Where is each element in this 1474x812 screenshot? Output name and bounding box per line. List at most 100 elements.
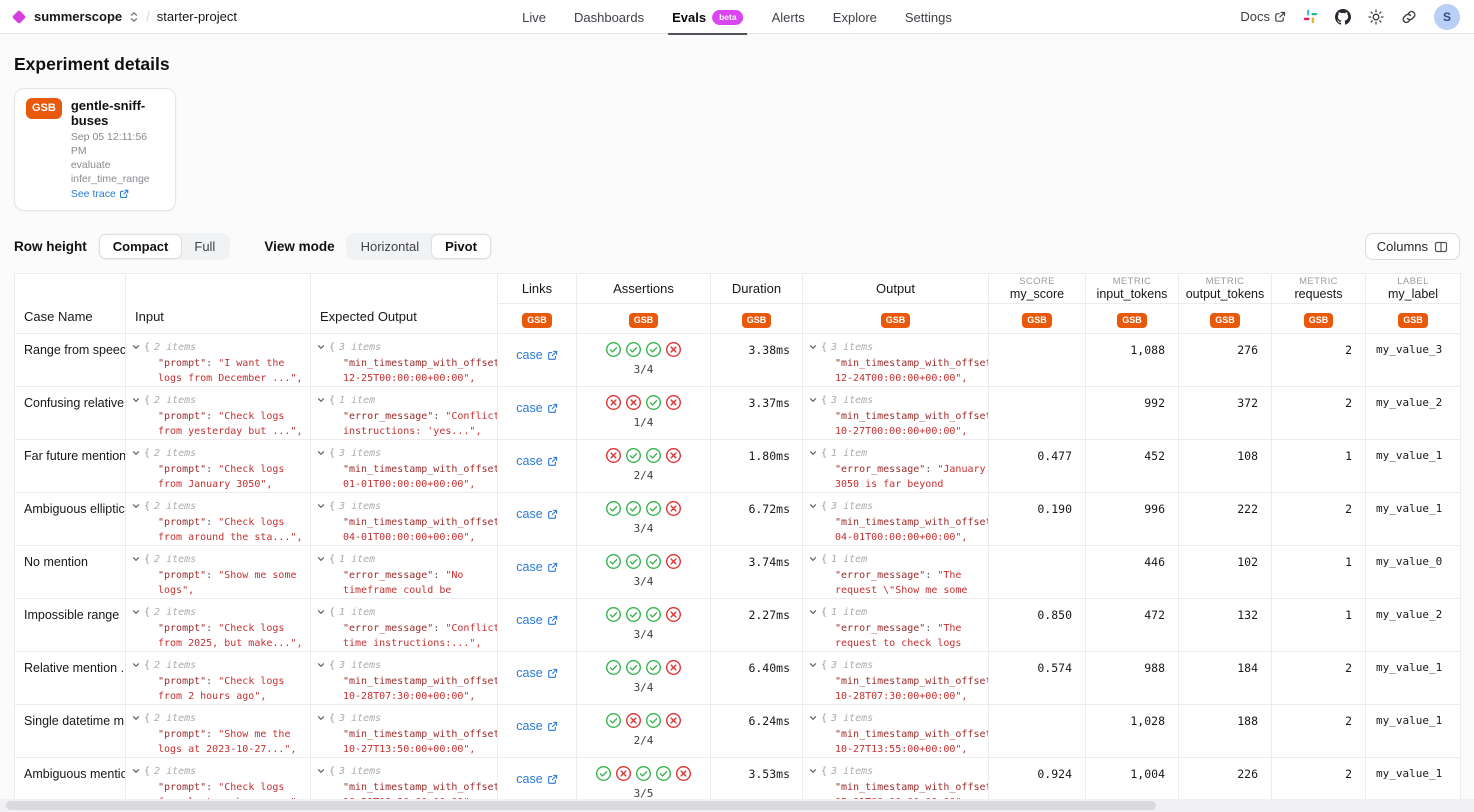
nav-tab-dashboards[interactable]: Dashboards — [574, 0, 644, 34]
json-expand-chevron[interactable] — [809, 661, 817, 669]
case-link[interactable]: case — [516, 454, 557, 468]
output-tokens-cell: 276 — [1179, 334, 1272, 387]
json-expand-chevron[interactable] — [317, 343, 325, 351]
expected-output-cell: {3 items"min_timestamp_with_offset":10-2… — [311, 652, 498, 705]
case-name-cell: Range from speech — [15, 334, 126, 387]
json-code-line: "prompt": "Check logs — [158, 621, 310, 636]
json-expand-chevron[interactable] — [317, 555, 325, 563]
view-mode-horizontal-button[interactable]: Horizontal — [348, 235, 433, 258]
json-expand-chevron[interactable] — [132, 661, 140, 669]
json-item-count: 2 items — [154, 501, 196, 512]
nav-tab-settings[interactable]: Settings — [905, 0, 952, 34]
columns-button[interactable]: Columns — [1365, 233, 1460, 260]
github-icon[interactable] — [1335, 9, 1351, 25]
duration-cell: 3.37ms — [711, 387, 803, 440]
label-cell: my_value_1 — [1366, 440, 1461, 493]
json-expand-chevron[interactable] — [132, 396, 140, 404]
expected-output-cell: {1 item"error_message": "Conflictinginst… — [311, 387, 498, 440]
slack-icon[interactable] — [1303, 9, 1318, 24]
case-link[interactable]: case — [516, 666, 557, 680]
view-mode-pivot-button[interactable]: Pivot — [432, 235, 490, 258]
case-link[interactable]: case — [516, 719, 557, 733]
case-link[interactable]: case — [516, 560, 557, 574]
requests-cell: 2 — [1272, 652, 1366, 705]
case-link[interactable]: case — [516, 401, 557, 415]
json-expand-chevron[interactable] — [317, 502, 325, 510]
json-code-line: "min_timestamp_with_offset": — [835, 409, 988, 424]
share-link-icon[interactable] — [1401, 9, 1417, 25]
horizontal-scrollbar[interactable] — [0, 799, 1474, 812]
docs-link[interactable]: Docs — [1240, 9, 1286, 24]
case-link[interactable]: case — [516, 613, 557, 627]
nav-tab-alerts[interactable]: Alerts — [772, 0, 805, 34]
json-expand-chevron[interactable] — [809, 714, 817, 722]
nav-tab-explore[interactable]: Explore — [833, 0, 877, 34]
json-expand-chevron[interactable] — [809, 555, 817, 563]
assertion-pass-icon — [645, 659, 662, 676]
see-trace-link[interactable]: See trace — [71, 187, 129, 201]
experiment-name: gentle-sniff-buses — [71, 98, 164, 128]
output-tokens-cell: 222 — [1179, 493, 1272, 546]
json-expand-chevron[interactable] — [317, 767, 325, 775]
json-expand-chevron[interactable] — [809, 767, 817, 775]
json-code-line: "error_message": "No — [343, 568, 497, 583]
experiment-badge: GSB — [26, 98, 62, 119]
column-header: Duration — [711, 274, 803, 304]
org-switcher-icon[interactable] — [129, 11, 139, 23]
input-cell: {2 items"prompt": "Check logsfrom Januar… — [126, 440, 311, 493]
duration-cell: 2.27ms — [711, 599, 803, 652]
json-expand-chevron[interactable] — [809, 608, 817, 616]
org-name[interactable]: summerscope — [34, 9, 122, 24]
json-expand-chevron[interactable] — [132, 555, 140, 563]
links-cell: case — [498, 546, 577, 599]
external-link-icon — [547, 615, 558, 626]
json-expand-chevron[interactable] — [317, 608, 325, 616]
external-link-icon — [547, 456, 558, 467]
experiment-card[interactable]: GSB gentle-sniff-buses Sep 05 12:11:56 P… — [14, 88, 176, 211]
theme-toggle-icon[interactable] — [1368, 9, 1384, 25]
case-name-cell: Confusing relative... — [15, 387, 126, 440]
json-item-count: 3 items — [831, 766, 873, 777]
case-link[interactable]: case — [516, 507, 557, 521]
row-height-compact-button[interactable]: Compact — [100, 235, 182, 258]
links-cell: case — [498, 387, 577, 440]
nav-tab-live[interactable]: Live — [522, 0, 546, 34]
input-cell: {2 items"prompt": "Show me somelogs", — [126, 546, 311, 599]
assertion-fail-icon — [665, 606, 682, 623]
project-name[interactable]: starter-project — [157, 9, 237, 24]
json-expand-chevron[interactable] — [317, 661, 325, 669]
case-link[interactable]: case — [516, 772, 557, 786]
assertions-cell: 3/4 — [577, 334, 711, 387]
json-expand-chevron[interactable] — [809, 449, 817, 457]
json-expand-chevron[interactable] — [132, 714, 140, 722]
json-expand-chevron[interactable] — [132, 502, 140, 510]
json-item-count: 2 items — [154, 713, 196, 724]
json-code-line: "error_message": "Conflicting — [343, 409, 497, 424]
json-code-line: 10-27T00:00:00+00:00", — [835, 424, 988, 439]
json-expand-chevron[interactable] — [317, 396, 325, 404]
row-height-full-button[interactable]: Full — [181, 235, 228, 258]
table-row: Confusing relative...{2 items"prompt": "… — [15, 387, 1461, 440]
expected-output-cell: {3 items"min_timestamp_with_offset":10-2… — [311, 705, 498, 758]
json-code-line: "prompt": "Show me some — [158, 568, 310, 583]
json-expand-chevron[interactable] — [132, 343, 140, 351]
json-expand-chevron[interactable] — [317, 714, 325, 722]
json-expand-chevron[interactable] — [317, 449, 325, 457]
json-expand-chevron[interactable] — [132, 449, 140, 457]
output-cell: {3 items"min_timestamp_with_offset":12-2… — [803, 334, 989, 387]
external-link-icon — [547, 721, 558, 732]
input-tokens-cell: 446 — [1086, 546, 1179, 599]
table-row: No mention{2 items"prompt": "Show me som… — [15, 546, 1461, 599]
json-expand-chevron[interactable] — [809, 396, 817, 404]
column-header: METRICoutput_tokens — [1179, 274, 1272, 304]
json-expand-chevron[interactable] — [132, 608, 140, 616]
nav-tab-evals[interactable]: Evals beta — [672, 0, 743, 34]
user-avatar[interactable]: S — [1434, 4, 1460, 30]
json-expand-chevron[interactable] — [132, 767, 140, 775]
requests-cell: 1 — [1272, 440, 1366, 493]
table-row: Relative mention ...{2 items"prompt": "C… — [15, 652, 1461, 705]
case-link[interactable]: case — [516, 348, 557, 362]
scrollbar-thumb[interactable] — [6, 801, 1156, 810]
json-expand-chevron[interactable] — [809, 502, 817, 510]
json-expand-chevron[interactable] — [809, 343, 817, 351]
